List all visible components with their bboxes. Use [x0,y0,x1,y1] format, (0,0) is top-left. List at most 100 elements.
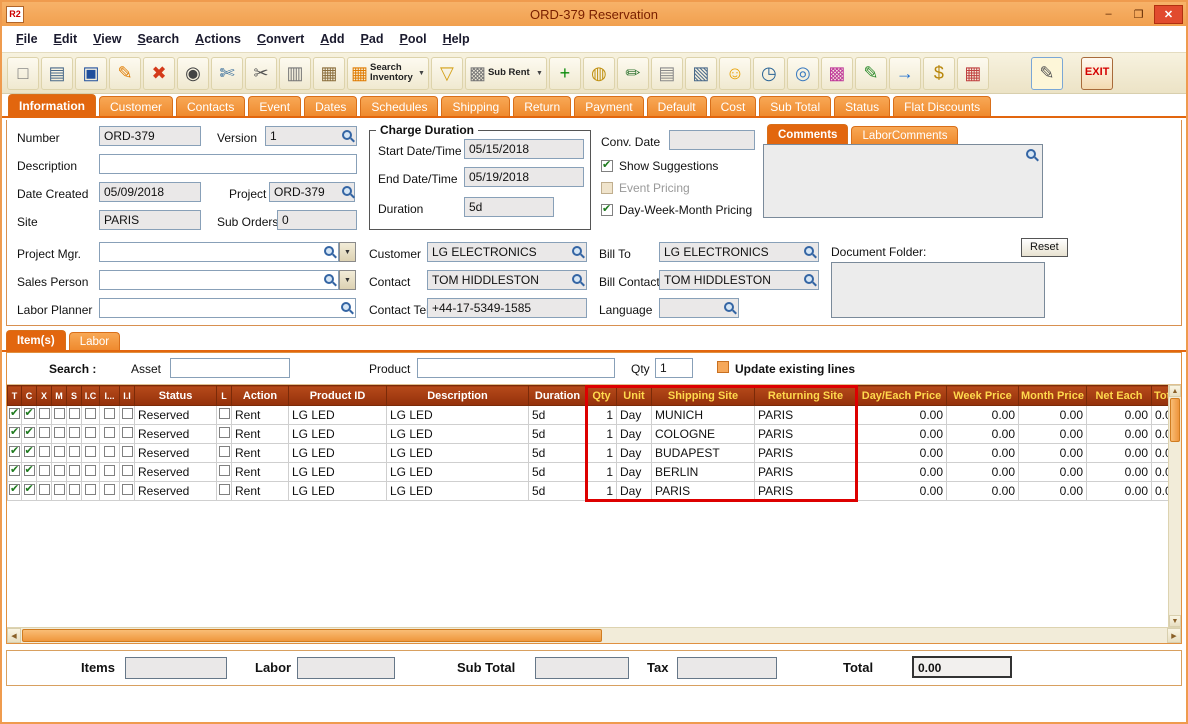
checkbox-cell[interactable] [119,481,135,501]
bill-contact-lookup-icon[interactable] [803,273,817,287]
row-checkbox[interactable] [85,408,96,419]
copy-button[interactable]: ▥ [279,56,311,90]
row-checkbox[interactable] [104,465,115,476]
row-checkbox[interactable] [104,446,115,457]
column-header-unit[interactable]: Unit [616,385,652,406]
row-checkbox[interactable] [9,483,20,495]
tab-labor[interactable]: Labor [68,332,121,350]
pool-balls-button[interactable]: ◍ [582,56,615,90]
cell-product-id[interactable]: LG LED [288,481,387,501]
row-checkbox[interactable] [121,446,133,457]
checkbox-cell[interactable] [7,481,22,501]
row-checkbox[interactable] [9,464,20,476]
vertical-scroll-thumb[interactable] [1170,398,1180,442]
cell-month-price[interactable]: 0.00 [1018,481,1087,501]
checkbox-cell[interactable] [36,462,52,482]
column-header-i-[interactable]: I... [99,385,120,406]
row-checkbox[interactable] [23,407,35,419]
exit-button[interactable]: EXIT [1080,56,1114,90]
cell-unit[interactable]: Day [616,462,652,482]
sales-person-lookup-icon[interactable] [323,273,337,287]
cell-qty[interactable]: 1 [586,462,617,482]
tab-status[interactable]: Status [834,96,891,116]
cube-stack-button[interactable]: ▩ [820,56,853,90]
cell-shipping-site[interactable]: COLOGNE [651,424,755,444]
cell-total[interactable]: 0.00 [1151,424,1170,444]
cell-description[interactable]: LG LED [386,424,529,444]
cell-month-price[interactable]: 0.00 [1018,443,1087,463]
column-header-qty[interactable]: Qty [586,385,617,406]
checkbox-cell[interactable] [119,405,135,425]
cell-day-each-price[interactable]: 0.00 [856,424,947,444]
day-week-month-pricing-checkbox[interactable] [601,202,613,216]
delete-button[interactable]: ✖ [143,56,175,90]
checkbox-cell[interactable] [51,462,67,482]
checkbox-cell[interactable] [99,481,120,501]
column-header-returning-site[interactable]: Returning Site [754,385,857,406]
row-checkbox[interactable] [53,408,65,419]
column-header-tot-[interactable]: Tot... [1151,385,1170,406]
tab-customer[interactable]: Customer [99,96,174,116]
contact-tel-field[interactable]: +44-17-5349-1585 [427,298,587,318]
table-row[interactable]: ReservedRentLG LEDLG LED5d1DayCOLOGNEPAR… [7,424,1170,444]
comments-textarea[interactable] [763,144,1043,218]
row-checkbox[interactable] [53,427,65,438]
sales-person-field[interactable] [99,270,339,290]
menu-item-search[interactable]: Search [131,30,185,48]
column-header-c[interactable]: C [21,385,37,406]
cell-shipping-site[interactable]: MUNICH [651,405,755,425]
checkbox-cell[interactable] [7,443,22,463]
start-date-field[interactable]: 05/15/2018 [464,139,584,159]
note-edit-button[interactable]: ✏ [616,56,649,90]
cell-action[interactable]: Rent [231,443,289,463]
checkbox-cell[interactable] [21,405,37,425]
vertical-scrollbar[interactable]: ▲ ▼ [1168,385,1181,627]
row-checkbox[interactable] [68,427,80,438]
column-header-i-c[interactable]: I.C [81,385,100,406]
add-button[interactable]: + [548,56,581,90]
version-lookup-icon[interactable] [341,129,355,143]
checkbox-cell[interactable] [36,481,52,501]
cell-day-each-price[interactable]: 0.00 [856,443,947,463]
row-checkbox[interactable] [104,484,115,495]
bill-to-lookup-icon[interactable] [803,245,817,259]
row-checkbox[interactable] [85,427,96,438]
checkbox-cell[interactable] [216,481,232,501]
cell-unit[interactable]: Day [616,424,652,444]
duration-field[interactable]: 5d [464,197,554,217]
menu-item-add[interactable]: Add [314,30,350,48]
menu-item-help[interactable]: Help [437,30,476,48]
checkbox-cell[interactable] [81,405,100,425]
checkbox-cell[interactable] [119,462,135,482]
menu-item-actions[interactable]: Actions [189,30,247,48]
row-checkbox[interactable] [53,465,65,476]
close-button[interactable]: ✕ [1154,4,1183,24]
cut-special-button[interactable]: ✄ [211,56,243,90]
column-header-description[interactable]: Description [386,385,529,406]
sub-rent-button[interactable]: ▩ Sub Rent ▼ [464,56,547,90]
cell-week-price[interactable]: 0.00 [946,443,1019,463]
checkbox-cell[interactable] [36,424,52,444]
project-lookup-icon[interactable] [341,185,355,199]
tab-items[interactable]: Item(s) [6,330,66,350]
edit-pencil-button[interactable]: ✎ [109,56,141,90]
tab-schedules[interactable]: Schedules [360,96,439,116]
cell-duration[interactable]: 5d [528,405,587,425]
row-checkbox[interactable] [104,427,115,438]
new-button[interactable]: □ [7,56,39,90]
event-pricing-checkbox[interactable] [601,182,613,194]
checkbox-cell[interactable] [66,405,82,425]
checkbox-cell[interactable] [66,481,82,501]
table-row[interactable]: ReservedRentLG LEDLG LED5d1DayMUNICHPARI… [7,405,1170,425]
checkbox-cell[interactable] [99,405,120,425]
tab-dates[interactable]: Dates [304,96,358,116]
row-checkbox[interactable] [218,408,230,419]
document-folder-box[interactable] [831,262,1045,318]
row-checkbox[interactable] [68,408,80,419]
horizontal-scroll-thumb[interactable] [22,629,602,642]
cell-description[interactable]: LG LED [386,462,529,482]
checkbox-cell[interactable] [7,424,22,444]
reset-button[interactable]: Reset [1021,238,1068,257]
column-header-day-each-price[interactable]: Day/Each Price [856,385,947,406]
cell-action[interactable]: Rent [231,462,289,482]
